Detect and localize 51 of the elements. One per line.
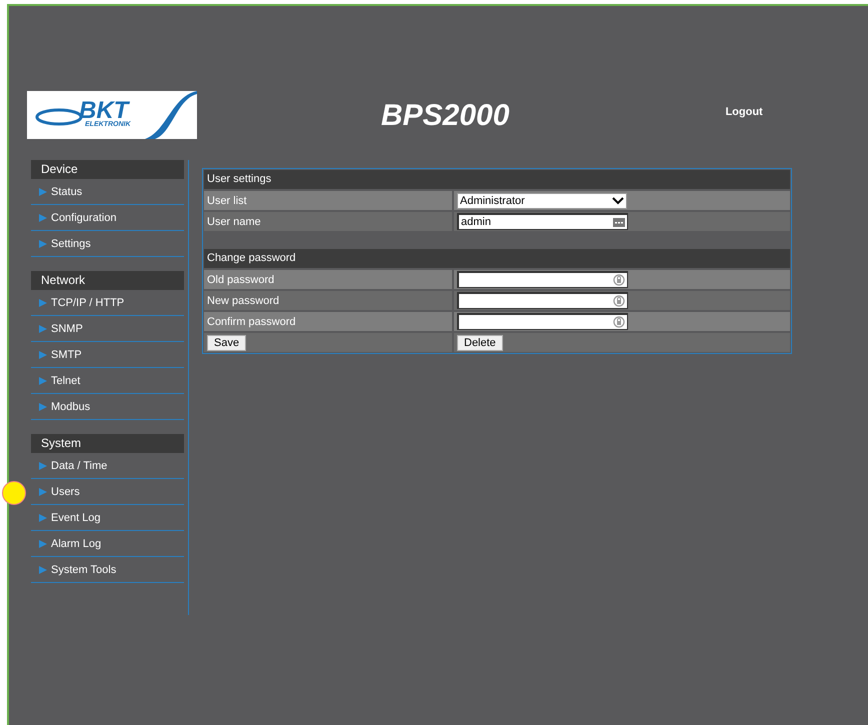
logout-link[interactable]: Logout (725, 106, 763, 118)
sidebar-item[interactable]: SNMP (31, 316, 184, 342)
sidebar-section-title: Network (31, 271, 184, 290)
sidebar-item[interactable]: Event Log (31, 505, 184, 531)
password-field[interactable] (457, 313, 628, 330)
triangle-icon (39, 462, 47, 470)
triangle-icon (39, 566, 47, 574)
triangle-icon (39, 240, 47, 248)
triangle-icon (39, 188, 47, 196)
sidebar-item[interactable]: System Tools (31, 557, 184, 583)
input-field[interactable]: admin (457, 213, 628, 230)
sidebar-item[interactable]: Modbus (31, 394, 184, 420)
password-field[interactable] (457, 292, 628, 309)
sidebar-item[interactable]: SMTP (31, 342, 184, 368)
triangle-icon (39, 299, 47, 307)
triangle-icon (39, 514, 47, 522)
field-label: User name (207, 216, 261, 228)
lock-icon (613, 274, 625, 286)
sidebar-section-title: Device (31, 160, 184, 179)
field-label: New password (207, 294, 280, 306)
cursor-highlight (2, 481, 26, 505)
field-label: Confirm password (207, 316, 296, 328)
form-button[interactable]: Delete (457, 334, 503, 350)
sidebar-item[interactable]: Telnet (31, 368, 184, 394)
lock-icon (613, 316, 625, 328)
form-button[interactable]: Save (207, 334, 246, 350)
field-label: Old password (207, 274, 274, 286)
triangle-icon (39, 488, 47, 496)
page-title: BPS2000 (381, 99, 510, 133)
triangle-icon (39, 325, 47, 333)
field-label: User list (207, 194, 247, 206)
triangle-icon (39, 403, 47, 411)
triangle-icon (39, 214, 47, 222)
password-field[interactable] (457, 271, 628, 288)
sidebar-item[interactable]: Settings (31, 231, 184, 257)
section-header: User settings (204, 170, 790, 189)
triangle-icon (39, 540, 47, 548)
chevron-down-icon (612, 196, 624, 204)
sidebar-item[interactable]: Alarm Log (31, 531, 184, 557)
key-icon (613, 218, 625, 226)
sidebar-item[interactable]: TCP/IP / HTTP (31, 290, 184, 316)
sidebar-section-title: System (31, 434, 184, 453)
sidebar-item[interactable]: Configuration (31, 205, 184, 231)
lock-icon (613, 295, 625, 307)
triangle-icon (39, 351, 47, 359)
section-header: Change password (204, 249, 790, 268)
sidebar-item[interactable]: Users (31, 479, 184, 505)
user-dropdown[interactable]: Administrator (457, 192, 627, 208)
sidebar-item[interactable]: Data / Time (31, 453, 184, 479)
triangle-icon (39, 377, 47, 385)
sidebar-item[interactable]: Status (31, 179, 184, 205)
